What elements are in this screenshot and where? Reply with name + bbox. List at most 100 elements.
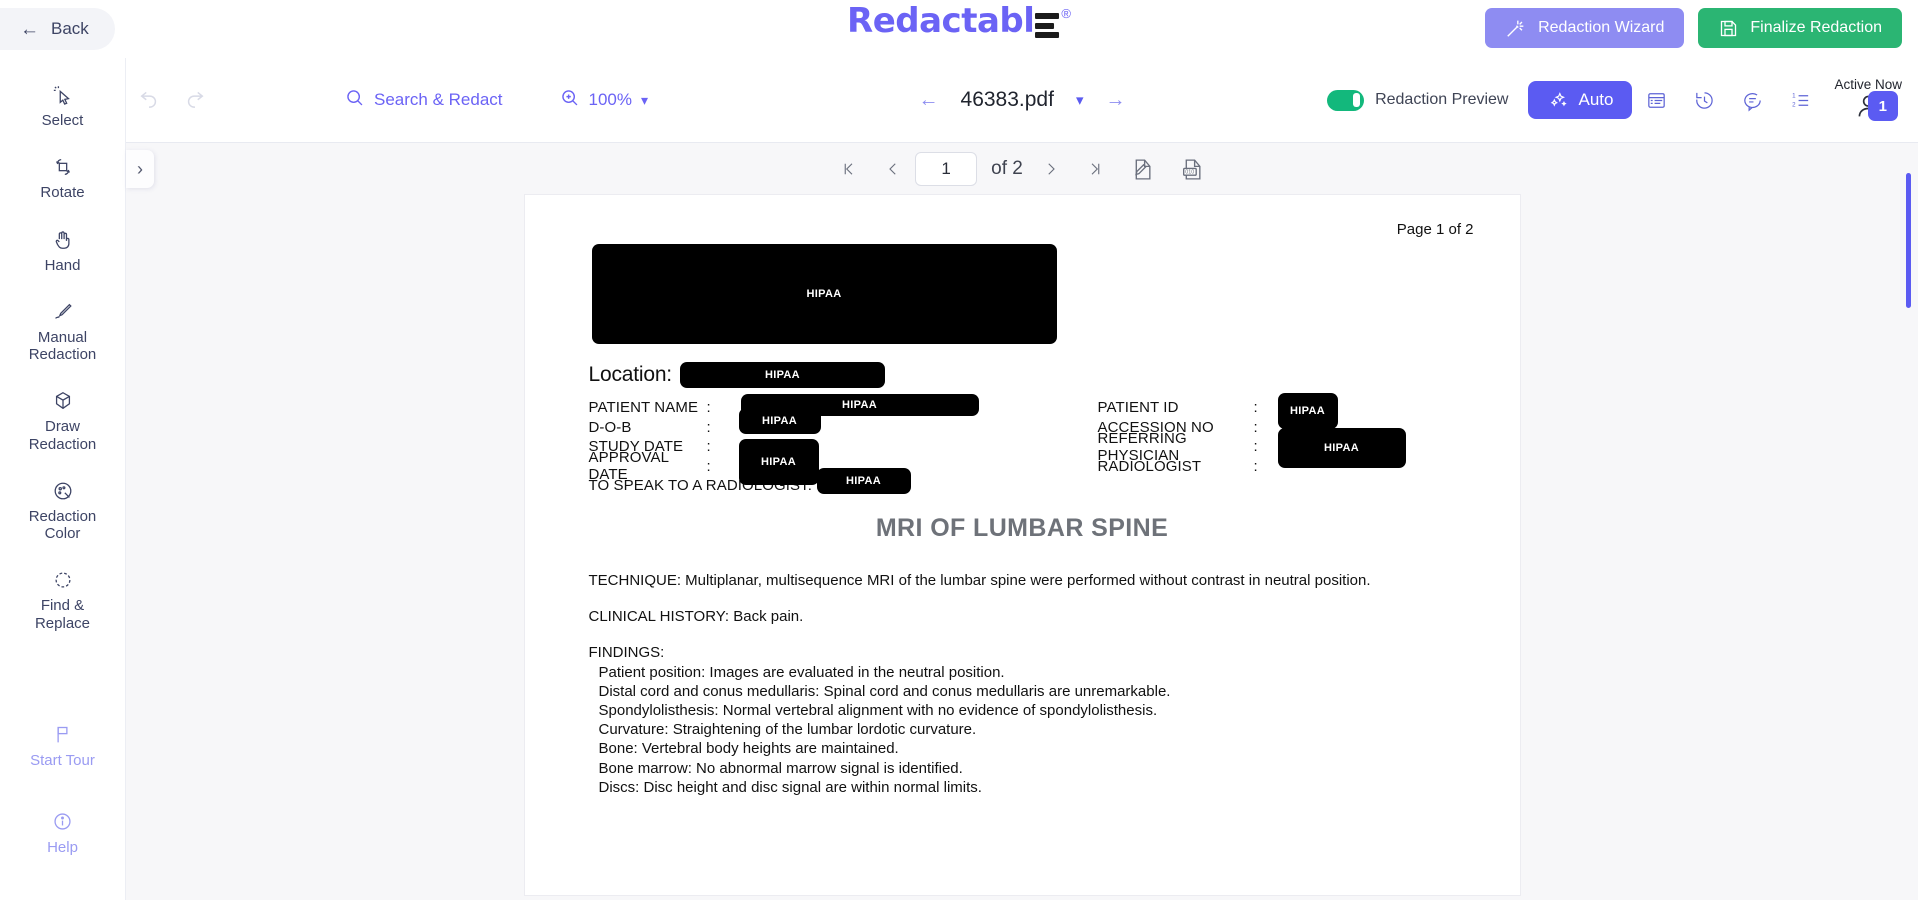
refresh-icon <box>52 568 74 592</box>
field-label: PATIENT ID <box>1097 399 1179 417</box>
edit-page-icon[interactable] <box>1117 149 1167 189</box>
comment-icon[interactable] <box>1728 77 1776 123</box>
finalize-redaction-button[interactable]: Finalize Redaction <box>1698 8 1902 48</box>
palette-icon <box>52 479 74 503</box>
field-colon: : <box>1253 457 1258 475</box>
previous-file-button[interactable]: ← <box>919 89 939 112</box>
field-row: PATIENT ID: <box>1098 398 1258 418</box>
document-toolbar: Search & Redact 100% ▾ ← 46383.pdf ▾ → R… <box>126 58 1918 143</box>
logo-text: Redactabl <box>847 1 1035 41</box>
file-name-label: 46383.pdf <box>960 88 1054 111</box>
sidebar-expand-button[interactable]: › <box>126 150 154 188</box>
file-dropdown-chevron-down-icon[interactable]: ▾ <box>1076 91 1084 109</box>
sidebar-item-hand[interactable]: Hand <box>9 219 117 284</box>
svg-text:2: 2 <box>1792 101 1796 108</box>
redaction-box-study-date[interactable]: HIPAA <box>738 439 819 485</box>
list-item: Bone marrow: No abnormal marrow signal i… <box>598 759 963 777</box>
sparkles-icon <box>1551 92 1568 107</box>
redaction-box-patient-id[interactable]: HIPAA <box>1277 393 1338 429</box>
technique-paragraph: TECHNIQUE: Multiplanar, multisequence MR… <box>588 572 1371 589</box>
redaction-tag: HIPAA <box>846 475 881 487</box>
auto-redact-button[interactable]: Auto <box>1528 81 1633 119</box>
info-icon <box>52 810 73 834</box>
sidebar-item-manual-redaction[interactable]: Manual Redaction <box>9 291 117 374</box>
last-page-button[interactable] <box>1073 149 1117 189</box>
sidebar-item-label: Find & Replace <box>34 597 91 632</box>
zoom-level-value: 100% <box>588 90 632 109</box>
fields-right-column: PATIENT ID: ACCESSION NO: REFERRING PHYS… <box>1098 393 1406 476</box>
redaction-box-radiologist-contact[interactable]: HIPAA <box>816 468 911 494</box>
sidebar-item-label: Manual Redaction <box>28 328 97 363</box>
list-item: Patient position: Images are evaluated i… <box>598 663 1005 681</box>
page-number-input[interactable] <box>915 152 978 186</box>
app-logo[interactable]: Redactabl ® <box>847 4 1071 38</box>
back-button[interactable]: ← Back <box>0 8 115 50</box>
sidebar-item-label: Hand <box>44 256 81 274</box>
redaction-tag: HIPAA <box>762 415 797 427</box>
page-total-label: of 2 <box>991 158 1023 179</box>
next-page-button[interactable] <box>1029 149 1073 189</box>
undo-button[interactable] <box>126 86 172 114</box>
cube-icon <box>52 389 74 413</box>
active-now-indicator[interactable]: Active Now 1 <box>1834 77 1902 123</box>
flag-icon <box>52 723 73 747</box>
pdf-page[interactable]: Page 1 of 2 HIPAA Location: HIPAA PATIEN… <box>524 195 1520 895</box>
header-actions: Redaction Wizard Finalize Redaction <box>1485 8 1902 48</box>
patient-fields: PATIENT NAME: D-O-B: STUDY DATE: APPROVA… <box>571 393 1474 508</box>
active-now-label: Active Now <box>1834 77 1902 92</box>
next-file-button[interactable]: → <box>1105 89 1125 112</box>
sidebar-item-redaction-color[interactable]: Redaction Color <box>9 470 117 553</box>
redo-button[interactable] <box>172 86 218 114</box>
sidebar-item-find-replace[interactable]: Find & Replace <box>9 559 117 642</box>
sidebar-item-label: Redaction Color <box>28 507 97 542</box>
field-colon: : <box>1253 438 1258 456</box>
field-colon: : <box>706 457 711 475</box>
registered-trademark-symbol: ® <box>1061 6 1071 21</box>
logo-bars-icon <box>1035 13 1060 38</box>
location-label: Location: <box>588 363 673 386</box>
field-label: D-O-B <box>588 418 632 436</box>
sidebar-item-select[interactable]: Select <box>9 74 117 139</box>
zoom-control[interactable]: 100% ▾ <box>559 87 648 113</box>
sidebar-item-rotate[interactable]: Rotate <box>9 146 117 211</box>
data-page-icon[interactable]: 010 <box>1167 149 1217 189</box>
list-item: Distal cord and conus medullaris: Spinal… <box>598 682 1171 700</box>
report-title: MRI OF LUMBAR SPINE <box>875 514 1169 542</box>
history-icon[interactable] <box>1680 77 1728 123</box>
redaction-wizard-button[interactable]: Redaction Wizard <box>1485 8 1685 48</box>
page-container: Page 1 of 2 HIPAA Location: HIPAA PATIEN… <box>126 195 1918 895</box>
page-header-label: Page 1 of 2 <box>1396 221 1474 238</box>
numbered-list-icon[interactable]: 1 2 <box>1776 77 1824 123</box>
redaction-box-location[interactable]: HIPAA <box>679 362 885 388</box>
panel-icon[interactable] <box>1632 77 1680 123</box>
redaction-preview-label: Redaction Preview <box>1375 91 1509 108</box>
search-and-redact-button[interactable]: Search & Redact <box>344 87 503 113</box>
previous-page-button[interactable] <box>871 149 915 189</box>
list-item: Curvature: Straightening of the lumbar l… <box>598 721 977 739</box>
first-page-button[interactable] <box>827 149 871 189</box>
list-item: Bone: Vertebral body heights are maintai… <box>598 740 899 758</box>
back-button-label: Back <box>51 19 89 38</box>
redaction-preview-toggle[interactable]: Redaction Preview <box>1327 89 1509 111</box>
field-colon: : <box>1253 399 1258 417</box>
app-header: ← Back Redactabl ® Redaction Wizard Fina… <box>0 0 1918 58</box>
field-colon: : <box>706 418 711 436</box>
svg-text:010: 010 <box>1186 169 1195 175</box>
vertical-scrollbar[interactable] <box>1906 173 1911 308</box>
magic-wand-icon <box>1507 20 1524 37</box>
finalize-redaction-label: Finalize Redaction <box>1750 19 1882 36</box>
sidebar-item-start-tour[interactable]: Start Tour <box>9 714 117 779</box>
report-body: TECHNIQUE: Multiplanar, multisequence MR… <box>589 571 1456 797</box>
list-item: Discs: Disc height and disc signal are w… <box>598 778 982 796</box>
redaction-box-referring-physician[interactable]: HIPAA <box>1277 428 1406 468</box>
sidebar-item-help[interactable]: Help <box>9 801 117 866</box>
sidebar-item-draw-redaction[interactable]: Draw Redaction <box>9 380 117 463</box>
redaction-tag: HIPAA <box>761 456 796 468</box>
redaction-box-header[interactable]: HIPAA <box>591 244 1057 344</box>
redaction-tag: HIPAA <box>842 399 877 411</box>
toggle-switch[interactable] <box>1327 89 1365 111</box>
sidebar-item-label: Rotate <box>40 184 85 202</box>
redaction-box-dob[interactable]: HIPAA <box>738 408 821 434</box>
findings-list: Patient position: Images are evaluated i… <box>589 663 1456 797</box>
